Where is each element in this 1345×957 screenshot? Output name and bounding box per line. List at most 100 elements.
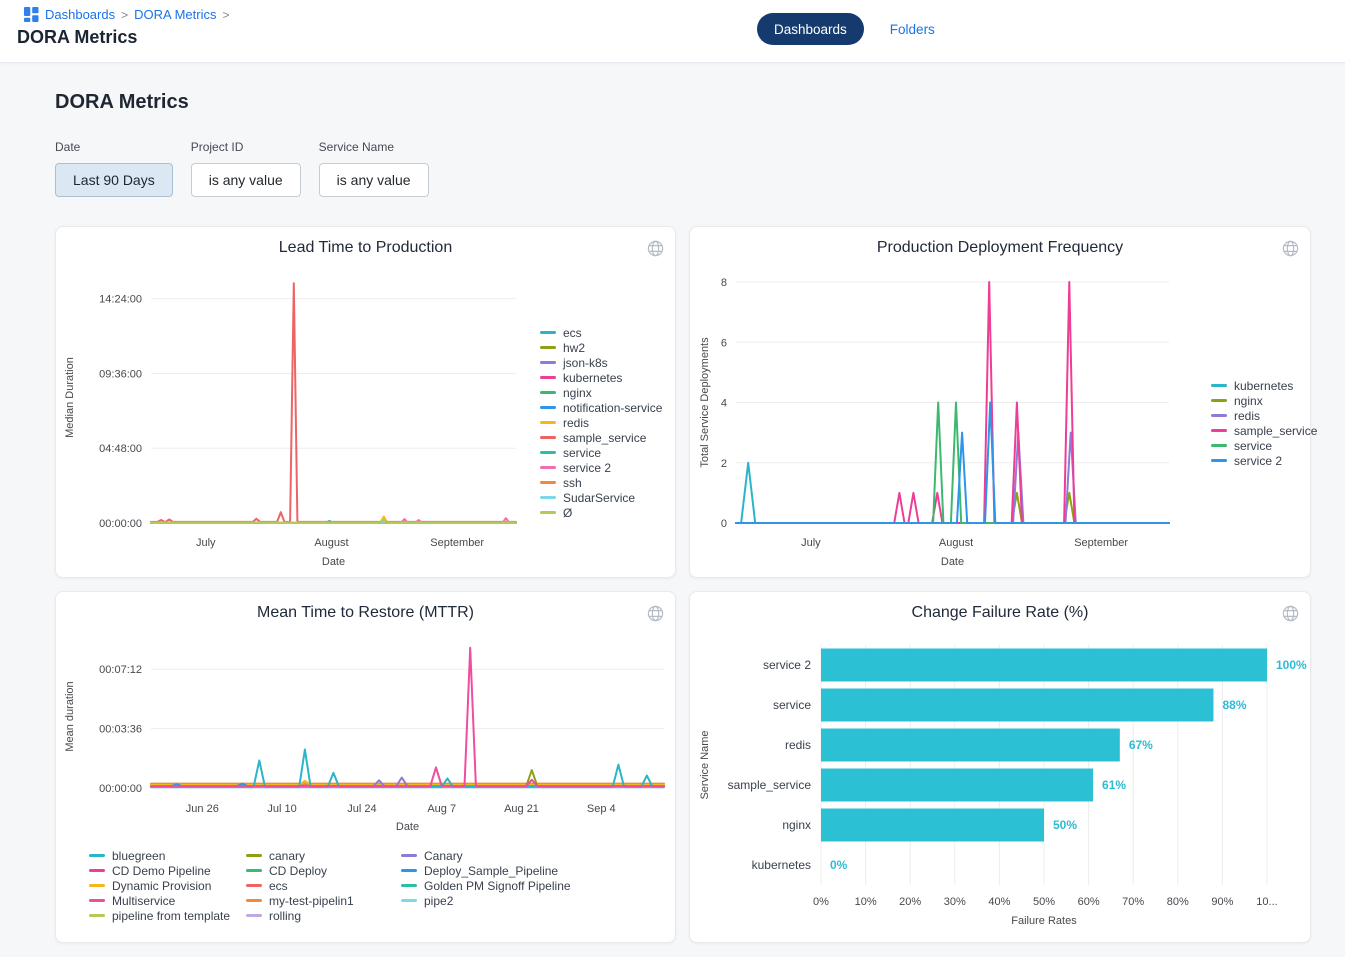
legend-item-service-2[interactable]: service 2	[1211, 453, 1317, 468]
legend-item-service-2[interactable]: service 2	[540, 460, 662, 475]
dashboard-content: DORA Metrics Date Last 90 Days Project I…	[0, 63, 1345, 943]
legend-item-Golden-PM-Signoff-Pipeline[interactable]: Golden PM Signoff Pipeline	[401, 878, 571, 893]
tab-dashboards[interactable]: Dashboards	[757, 13, 864, 45]
legend-swatch	[246, 914, 262, 917]
legend-item-Canary[interactable]: Canary	[401, 848, 571, 863]
legend-item-rolling[interactable]: rolling	[246, 908, 401, 923]
axis-tick-label: 20%	[899, 896, 921, 908]
legend-label: pipeline from template	[112, 909, 230, 923]
legend-label: canary	[269, 849, 305, 863]
legend-item-pipe2[interactable]: pipe2	[401, 893, 571, 908]
legend-item-pipeline-from-template[interactable]: pipeline from template	[89, 908, 246, 923]
bar-sample_service[interactable]	[821, 769, 1093, 802]
legend-swatch	[540, 406, 556, 409]
legend-swatch	[89, 884, 105, 887]
legend-item-kubernetes[interactable]: kubernetes	[540, 370, 662, 385]
card-change-failure-rate: Change Failure Rate (%) 0%10%20%30%40%50…	[689, 591, 1311, 943]
bar-value-label: 50%	[1053, 818, 1077, 832]
axis-tick-label: 4	[721, 398, 727, 410]
legend-swatch	[401, 869, 417, 872]
series-sample_service	[151, 283, 516, 522]
legend-item-SudarService[interactable]: SudarService	[540, 490, 662, 505]
legend-label: Golden PM Signoff Pipeline	[424, 879, 571, 893]
legend-label: pipe2	[424, 894, 453, 908]
legend-item-sample_service[interactable]: sample_service	[1211, 423, 1317, 438]
legend-label: service	[1234, 439, 1272, 453]
axis-tick-label: 14:24:00	[99, 294, 142, 306]
legend-label: service 2	[563, 461, 611, 475]
axis-tick-label: Aug 7	[427, 803, 456, 815]
axis-tick-label: 10...	[1256, 896, 1277, 908]
service-name-filter-button[interactable]: is any value	[319, 163, 429, 197]
legend-swatch	[540, 511, 556, 514]
legend-label: bluegreen	[112, 849, 165, 863]
legend-item-ecs[interactable]: ecs	[246, 878, 401, 893]
legend-item-Dynamic-Provision[interactable]: Dynamic Provision	[89, 878, 246, 893]
axis-tick-label: 00:00:00	[99, 783, 142, 795]
legend-item-kubernetes[interactable]: kubernetes	[1211, 378, 1317, 393]
legend-item-CD-Deploy[interactable]: CD Deploy	[246, 863, 401, 878]
legend-label: CD Deploy	[269, 864, 327, 878]
project-id-filter-button[interactable]: is any value	[191, 163, 301, 197]
legend-swatch	[540, 421, 556, 424]
bar-service-2[interactable]	[821, 649, 1267, 682]
legend-item-hw2[interactable]: hw2	[540, 340, 662, 355]
legend-label: kubernetes	[1234, 379, 1293, 393]
legend-label: SudarService	[563, 491, 635, 505]
bar-redis[interactable]	[821, 729, 1120, 762]
axis-tick-label: September	[430, 537, 484, 549]
legend-label: nginx	[1234, 394, 1263, 408]
axis-tick-label: 30%	[944, 896, 966, 908]
legend-swatch	[246, 899, 262, 902]
breadcrumb-link-dora-metrics[interactable]: DORA Metrics	[134, 7, 216, 22]
axis-tick-label: Jul 10	[267, 803, 296, 815]
legend-item-my-test-pipelin1[interactable]: my-test-pipelin1	[246, 893, 401, 908]
axis-tick-label: 8	[721, 277, 727, 289]
chart-title: Mean Time to Restore (MTTR)	[56, 604, 675, 622]
globe-icon[interactable]	[647, 240, 664, 257]
bar-nginx[interactable]	[821, 809, 1044, 842]
filter-date-label: Date	[55, 140, 173, 154]
axis-tick-label: 60%	[1078, 896, 1100, 908]
globe-icon[interactable]	[647, 605, 664, 622]
legend-item-Deploy_Sample_Pipeline[interactable]: Deploy_Sample_Pipeline	[401, 863, 571, 878]
tab-folders[interactable]: Folders	[890, 22, 935, 37]
legend-item-redis[interactable]: redis	[540, 415, 662, 430]
date-filter-button[interactable]: Last 90 Days	[55, 163, 173, 197]
axis-tick-label: July	[196, 537, 216, 549]
card-lead-time-to-production: Lead Time to Production 00:00:0004:48:00…	[55, 226, 676, 578]
legend-swatch	[89, 869, 105, 872]
globe-icon[interactable]	[1282, 605, 1299, 622]
legend-item-CD-Demo-Pipeline[interactable]: CD Demo Pipeline	[89, 863, 246, 878]
legend-item-notification-service[interactable]: notification-service	[540, 400, 662, 415]
breadcrumb-link-dashboards[interactable]: Dashboards	[45, 7, 115, 22]
legend-item-service[interactable]: service	[1211, 438, 1317, 453]
globe-icon[interactable]	[1282, 240, 1299, 257]
bar-category-label: sample_service	[728, 778, 812, 792]
legend-swatch	[540, 481, 556, 484]
dashboard-grid-icon	[24, 7, 39, 22]
legend-item-bluegreen[interactable]: bluegreen	[89, 848, 246, 863]
legend-label: Multiservice	[112, 894, 175, 908]
breadcrumb-separator: >	[121, 8, 128, 22]
lead-time-legend: ecshw2json-k8skubernetesnginxnotificatio…	[540, 325, 662, 520]
axis-tick-label: 2	[721, 458, 727, 470]
bar-service[interactable]	[821, 689, 1213, 722]
axis-tick-label: 0	[721, 518, 727, 530]
legend-item-Ø[interactable]: Ø	[540, 505, 662, 520]
bar-category-label: redis	[785, 738, 811, 752]
legend-swatch	[1211, 429, 1227, 432]
bar-category-label: nginx	[782, 818, 811, 832]
legend-item-ecs[interactable]: ecs	[540, 325, 662, 340]
legend-item-ssh[interactable]: ssh	[540, 475, 662, 490]
filter-date: Date Last 90 Days	[55, 140, 173, 197]
legend-item-json-k8s[interactable]: json-k8s	[540, 355, 662, 370]
legend-item-nginx[interactable]: nginx	[1211, 393, 1317, 408]
legend-item-service[interactable]: service	[540, 445, 662, 460]
legend-item-Multiservice[interactable]: Multiservice	[89, 893, 246, 908]
axis-tick-label: 00:00:00	[99, 518, 142, 530]
legend-item-nginx[interactable]: nginx	[540, 385, 662, 400]
legend-item-redis[interactable]: redis	[1211, 408, 1317, 423]
legend-item-canary[interactable]: canary	[246, 848, 401, 863]
legend-item-sample_service[interactable]: sample_service	[540, 430, 662, 445]
